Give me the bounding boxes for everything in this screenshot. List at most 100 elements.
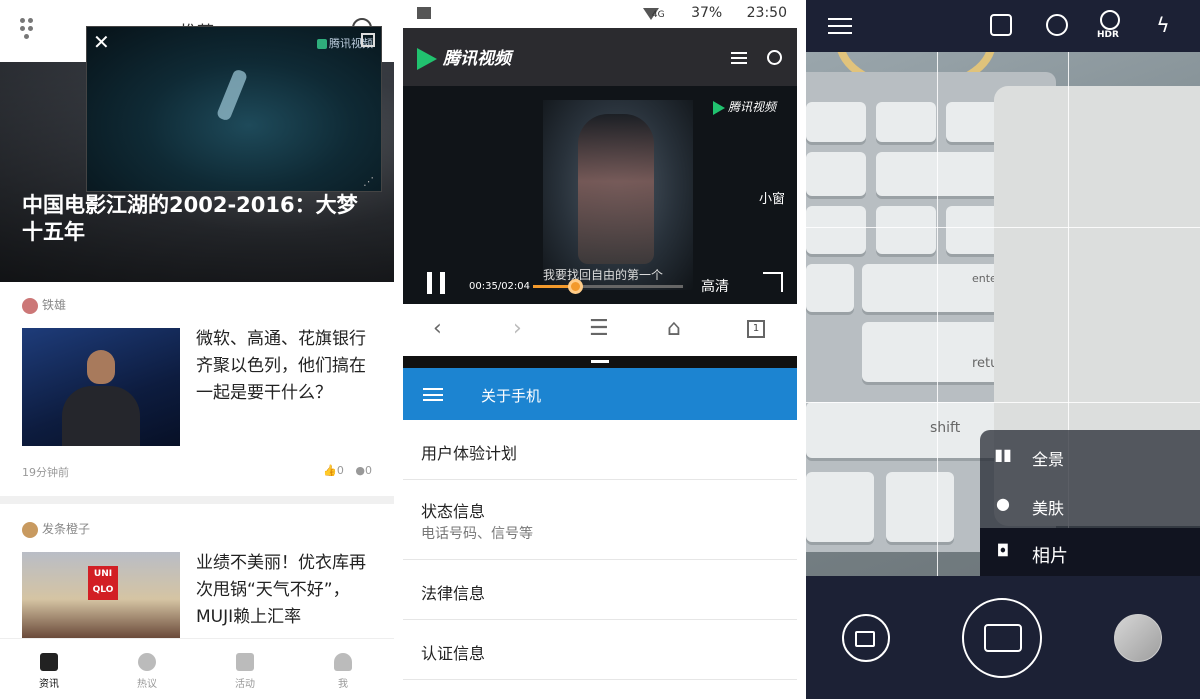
- search-icon[interactable]: [767, 50, 782, 65]
- mode-label: 美肤: [1032, 499, 1065, 518]
- like-icon[interactable]: 👍: [323, 464, 337, 477]
- progress-track[interactable]: [533, 279, 683, 294]
- camera-viewfinder[interactable]: delete enter return shift ▮▮ 全景 ● 美肤: [806, 52, 1200, 576]
- article-title[interactable]: 业绩不美丽！优衣库再次甩锅“天气不好”，MUJI赖上汇率: [196, 550, 374, 631]
- forward-icon[interactable]: ›: [513, 318, 522, 340]
- close-icon[interactable]: ✕: [93, 30, 110, 54]
- avatar: [22, 297, 38, 314]
- article-card[interactable]: 铁雄 微软、高通、花旗银行齐聚以色列，他们搞在一起是要干什么？ 19分钟前 👍0…: [0, 282, 394, 492]
- menu-icon[interactable]: [731, 52, 747, 64]
- mode-photo-selected[interactable]: ◘ 相片: [980, 528, 1200, 576]
- nav-news[interactable]: 资讯: [24, 653, 74, 690]
- grid-line: [806, 227, 1200, 228]
- signal-type: 4G: [651, 10, 665, 20]
- settings-item-legal[interactable]: 法律信息: [403, 560, 797, 620]
- author-name: 铁雄: [42, 298, 67, 312]
- nav-events[interactable]: 活动: [220, 653, 270, 690]
- fullscreen-icon[interactable]: [763, 272, 783, 292]
- key: [876, 102, 936, 142]
- bottom-navigation: 资讯 热议 活动 我: [0, 638, 394, 699]
- key: [876, 206, 936, 254]
- droplet-icon: ●: [996, 494, 1010, 513]
- nav-events-label: 活动: [235, 679, 255, 690]
- shutter-button[interactable]: [962, 598, 1042, 678]
- video-time: 00:35/02:04: [469, 281, 531, 292]
- mode-beauty[interactable]: ● 美肤: [992, 481, 1192, 529]
- app-title: 腾讯视频: [443, 49, 511, 69]
- tabs-icon[interactable]: 1: [747, 320, 765, 338]
- timer-icon[interactable]: [1046, 14, 1068, 36]
- nav-me-label: 我: [338, 679, 348, 690]
- settings-item-label: 用户体验计划: [421, 444, 518, 463]
- menu-icon[interactable]: [828, 18, 852, 34]
- key: [806, 152, 866, 196]
- article-stats: 👍0 ●0: [323, 464, 372, 477]
- back-icon[interactable]: ‹: [433, 318, 442, 340]
- grid-line: [806, 402, 1200, 403]
- key: [806, 206, 866, 254]
- article-author[interactable]: 铁雄: [22, 296, 66, 314]
- app-logo[interactable]: 腾讯视频: [417, 44, 511, 70]
- status-info: 4G 37% 23:50: [652, 5, 787, 21]
- news-icon: [40, 653, 58, 671]
- article-thumbnail[interactable]: [22, 328, 180, 446]
- floating-video-window[interactable]: ✕ 腾讯视频 ⋰: [86, 26, 382, 192]
- nav-me[interactable]: 我: [318, 653, 368, 690]
- key: [886, 472, 954, 542]
- clock: 23:50: [746, 5, 787, 21]
- resize-handle-icon[interactable]: ⋰: [363, 175, 374, 188]
- image-notification-icon: [417, 7, 431, 19]
- battery-level: 37%: [691, 5, 723, 21]
- switch-camera-icon[interactable]: [990, 14, 1012, 36]
- menu-icon[interactable]: [423, 388, 443, 401]
- quality-button[interactable]: 高清: [701, 276, 729, 296]
- small-window-button[interactable]: 小窗: [759, 188, 785, 207]
- settings-item-status[interactable]: 状态信息 电话号码、信号等: [403, 480, 797, 560]
- home-icon[interactable]: ⌂: [667, 318, 681, 340]
- nav-discussion[interactable]: 热议: [122, 653, 172, 690]
- settings-item-user-experience[interactable]: 用户体验计划: [403, 420, 797, 480]
- article-author[interactable]: 发条橙子: [22, 520, 90, 538]
- video-watermark: 腾讯视频: [713, 98, 776, 115]
- status-bar: 4G 37% 23:50: [403, 0, 797, 28]
- settings-item-certification[interactable]: 认证信息: [403, 620, 797, 680]
- settings-title: 关于手机: [481, 387, 542, 405]
- gallery-thumbnail[interactable]: [1114, 614, 1162, 662]
- news-app-panel: 中国电影江湖的2002-2016：大梦十五年 推荐 ✕ 腾讯视频 ⋰ 铁雄 微软…: [0, 0, 394, 699]
- progress-knob[interactable]: [568, 279, 583, 294]
- hdr-label: HDR: [1097, 30, 1119, 40]
- author-name: 发条橙子: [42, 522, 91, 536]
- video-settings-panel: 4G 37% 23:50 腾讯视频 腾讯视频 小窗 我要找回自由的第一个 00:…: [403, 0, 797, 699]
- mini-video-frame: [87, 27, 381, 191]
- settings-item-sublabel: 电话号码、信号等: [421, 526, 533, 542]
- menu-lines-icon[interactable]: ☰: [589, 318, 609, 340]
- comment-icon[interactable]: ●: [355, 464, 365, 477]
- camera-top-bar: HDR ϟ: [806, 0, 1200, 52]
- mode-photo[interactable]: ◘ 相片: [992, 528, 1192, 576]
- pause-icon[interactable]: [427, 272, 445, 294]
- comment-count: 0: [365, 464, 372, 477]
- user-icon: [334, 653, 352, 671]
- mode-label: 全景: [1032, 450, 1065, 469]
- article-title[interactable]: 微软、高通、花旗银行齐聚以色列，他们搞在一起是要干什么？: [196, 326, 374, 407]
- panel-gap: [394, 0, 403, 699]
- expand-icon[interactable]: [361, 33, 375, 47]
- flash-off-icon[interactable]: ϟ: [1152, 14, 1174, 36]
- hdr-icon[interactable]: [1100, 10, 1120, 30]
- split-screen-divider[interactable]: [403, 356, 797, 368]
- settings-item-label: 认证信息: [421, 644, 486, 663]
- like-count: 0: [336, 464, 344, 477]
- panorama-icon: ▮▮: [994, 445, 1012, 464]
- thumbnail-person: [62, 350, 140, 446]
- camera-panel: HDR ϟ delete enter return shift ▮▮: [806, 0, 1200, 699]
- video-player[interactable]: 腾讯视频 小窗 我要找回自由的第一个 00:35/02:04 高清: [403, 86, 797, 304]
- app-logo-icon[interactable]: [20, 18, 42, 40]
- article-separator: [0, 496, 394, 504]
- settings-header: 关于手机: [403, 368, 797, 420]
- play-logo-icon: [417, 48, 437, 70]
- video-mode-icon[interactable]: [842, 614, 890, 662]
- article-thumbnail[interactable]: UNI QLO: [22, 552, 180, 638]
- mode-panorama[interactable]: ▮▮ 全景: [992, 432, 1192, 480]
- article-card[interactable]: 发条橙子 UNI QLO 业绩不美丽！优衣库再次甩锅“天气不好”，MUJI赖上汇…: [0, 504, 394, 638]
- settings-item-label: 状态信息: [421, 502, 486, 521]
